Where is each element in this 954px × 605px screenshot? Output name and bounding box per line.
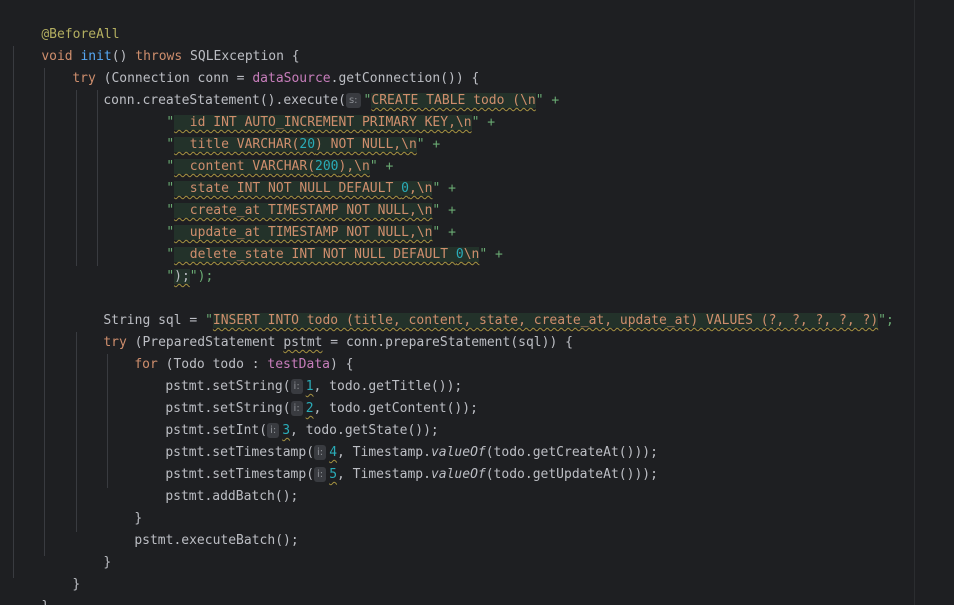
code-text: , Timestamp.	[337, 467, 431, 482]
code-line[interactable]: ");");	[135, 244, 213, 284]
sql-injected-text: \n	[463, 247, 480, 262]
code-line[interactable]: pstmt.setString(i: 2, todo.getContent());	[134, 376, 478, 416]
closing-brace: }	[72, 577, 81, 592]
code-line[interactable]: pstmt.addBatch();	[134, 464, 298, 504]
string-quote: "	[166, 269, 175, 284]
code-text: (todo.getUpdateAt()));	[485, 467, 658, 482]
code-line[interactable]: pstmt.setInt(i: 3, todo.getState());	[134, 398, 439, 438]
string-token: " +	[479, 247, 503, 262]
code-editor[interactable]: @BeforeAll void init() throws SQLExcepti…	[0, 0, 954, 605]
string-token: ");	[189, 269, 214, 284]
closing-brace: }	[41, 599, 49, 605]
code-line[interactable]: void init() throws SQLException {	[10, 24, 299, 64]
indent-guide	[13, 46, 14, 578]
code-line[interactable]: " content VARCHAR(200),\n" +	[135, 134, 393, 174]
code-line[interactable]: @BeforeAll	[10, 2, 119, 42]
code-line[interactable]: }	[72, 530, 111, 570]
code-text: pstmt.addBatch();	[165, 489, 299, 504]
sql-injected-text: );	[174, 269, 190, 284]
code-line[interactable]: for (Todo todo : testData) {	[103, 332, 353, 372]
code-line[interactable]: conn.createStatement().execute(s: "CREATE…	[72, 68, 559, 108]
code-line[interactable]: String sql = "INSERT INTO todo (title, c…	[72, 288, 894, 328]
sql-number-token: 0	[455, 247, 464, 262]
code-line[interactable]: pstmt.executeBatch();	[103, 508, 298, 548]
code-line[interactable]: pstmt.setString(i: 1, todo.getTitle());	[134, 354, 462, 394]
closing-brace: }	[103, 555, 112, 570]
string-token: " +	[471, 115, 496, 130]
code-line[interactable]: }	[10, 574, 49, 605]
string-token: " +	[535, 93, 560, 108]
parameter-hint: i:	[314, 467, 327, 482]
code-line[interactable]: }	[103, 486, 142, 526]
code-line[interactable]: try (Connection conn = dataSource.getCon…	[41, 46, 479, 86]
code-text: = conn.prepareStatement(sql)) {	[322, 335, 573, 350]
static-method-token: valueOf	[430, 467, 486, 482]
indent-guide	[97, 90, 98, 266]
right-margin-guide	[914, 0, 915, 605]
code-line[interactable]: " state INT NOT NULL DEFAULT 0,\n" +	[135, 156, 456, 196]
string-token: ";	[878, 313, 894, 328]
code-line[interactable]: " id INT AUTO_INCREMENT PRIMARY KEY,\n" …	[135, 90, 495, 130]
code-line[interactable]: pstmt.setTimestamp(i: 5, Timestamp.valueO…	[134, 442, 658, 482]
code-line[interactable]: " delete_state INT NOT NULL DEFAULT 0\n"…	[135, 222, 503, 262]
code-line[interactable]: " update_at TIMESTAMP NOT NULL,\n" +	[135, 200, 456, 240]
number-token: 5	[329, 467, 338, 482]
string-token: " +	[416, 137, 441, 152]
code-line[interactable]: }	[41, 552, 80, 592]
code-line[interactable]: try (PreparedStatement pstmt = conn.prep…	[72, 310, 573, 350]
code-line[interactable]: " title VARCHAR(20) NOT NULL,\n" +	[135, 112, 440, 152]
code-text: pstmt.executeBatch();	[134, 533, 299, 548]
code-line[interactable]: pstmt.setTimestamp(i: 4, Timestamp.valueO…	[134, 420, 658, 460]
indent-guide	[44, 68, 45, 556]
code-line[interactable]: " create_at TIMESTAMP NOT NULL,\n" +	[135, 178, 456, 218]
sql-injected-text: delete_state INT NOT NULL DEFAULT	[174, 247, 456, 262]
